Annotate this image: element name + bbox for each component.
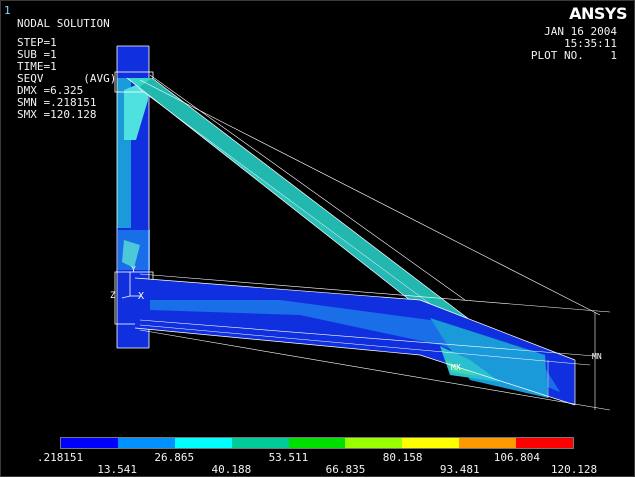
legend-value-label: 40.188 (211, 463, 252, 476)
legend-value-label: 93.481 (439, 463, 480, 476)
legend-value-label: 66.835 (325, 463, 366, 476)
horizontal-beam (134, 273, 611, 411)
max-marker: MX (451, 363, 461, 372)
legend-swatch (345, 438, 403, 448)
fea-model-view[interactable]: X Y Z MX MN (0, 0, 635, 477)
legend-value-label: .218151 (36, 451, 84, 464)
legend-swatch (402, 438, 460, 448)
legend-swatch (459, 438, 517, 448)
axis-x-label: X (138, 291, 144, 302)
legend-value-label: 106.804 (493, 451, 541, 464)
legend-value-label: 120.128 (550, 463, 598, 476)
axis-z-label: Z (110, 291, 116, 301)
legend-swatch (231, 438, 289, 448)
legend-value-label: 26.865 (154, 451, 195, 464)
legend-swatch (288, 438, 346, 448)
min-marker: MN (592, 352, 602, 361)
legend-swatch (117, 438, 175, 448)
legend-value-label: 80.158 (382, 451, 423, 464)
legend-swatch (516, 438, 574, 448)
legend-value-label: 53.511 (268, 451, 309, 464)
legend-swatch (61, 438, 118, 448)
legend-swatch (174, 438, 232, 448)
axis-y-label: Y (131, 265, 136, 274)
contour-legend-bar (60, 437, 574, 449)
legend-value-label: 13.541 (97, 463, 137, 476)
